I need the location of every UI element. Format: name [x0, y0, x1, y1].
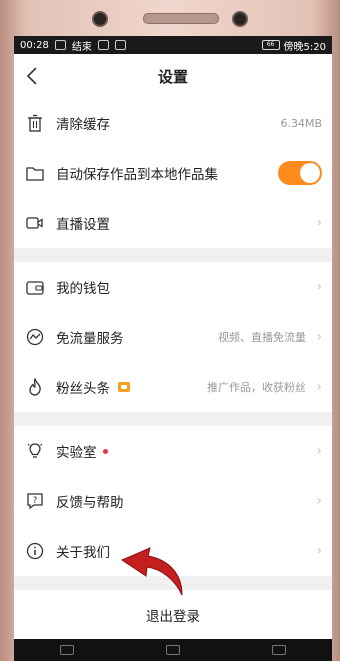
- page-title: 设置: [157, 67, 188, 86]
- flame-icon: [24, 376, 46, 398]
- auto-save-row: 自动保存作品到本地作品集: [14, 148, 332, 198]
- home-nav-icon[interactable]: [166, 645, 180, 655]
- status-right-time: 傍晚5:20: [283, 41, 326, 53]
- nav-bar: 设置: [14, 54, 332, 98]
- red-arrow-annotation: [120, 547, 183, 596]
- free-data-label: 免流量服务: [56, 331, 124, 347]
- red-dot-badge: [102, 448, 108, 454]
- ticket-icon: [118, 382, 130, 392]
- feedback-row[interactable]: ? 反馈与帮助 ›: [14, 476, 332, 526]
- settings-group-services: 我的钱包 › 免流量服务 视频、直播免流量 › 粉丝头条 推广作品，收获粉丝 ›: [14, 262, 332, 412]
- auto-save-label: 自动保存作品到本地作品集: [56, 167, 218, 183]
- svg-text:?: ?: [33, 496, 38, 506]
- chevron-left-icon[interactable]: [22, 66, 42, 86]
- wallet-row[interactable]: 我的钱包 ›: [14, 262, 332, 312]
- lab-label: 实验室: [56, 445, 97, 461]
- about-label: 关于我们: [56, 545, 110, 561]
- back-nav-icon[interactable]: [60, 645, 74, 655]
- lab-row[interactable]: 实验室 ›: [14, 426, 332, 476]
- phone-icon: [54, 40, 66, 50]
- system-nav-bar: [14, 639, 332, 661]
- folder-icon: [24, 162, 46, 184]
- phone-frame: 00:28 结束 66 傍晚5:20 设置 清除缓存 6.34MB 自动保存作品…: [0, 0, 340, 661]
- wallet-icon: [24, 276, 46, 298]
- chevron-right-icon: ›: [316, 215, 322, 231]
- question-icon: ?: [24, 490, 46, 512]
- toggle-knob: [300, 163, 320, 183]
- status-time: 00:28: [20, 39, 49, 51]
- free-data-row[interactable]: 免流量服务 视频、直播免流量 ›: [14, 312, 332, 362]
- video-camera-icon: [24, 212, 46, 234]
- cache-size: 6.34MB: [280, 116, 322, 130]
- traffic-icon: [24, 326, 46, 348]
- auto-save-toggle[interactable]: [278, 161, 322, 185]
- chevron-right-icon: ›: [316, 329, 322, 345]
- battery-icon: 66: [261, 40, 280, 50]
- chevron-right-icon: ›: [316, 279, 322, 295]
- fans-headline-row[interactable]: 粉丝头条 推广作品，收获粉丝 ›: [14, 362, 332, 412]
- wallet-label: 我的钱包: [56, 281, 110, 297]
- chevron-right-icon: ›: [316, 379, 322, 395]
- fans-headline-desc: 推广作品，收获粉丝: [207, 381, 306, 394]
- front-camera: [92, 11, 108, 27]
- clear-cache-row[interactable]: 清除缓存 6.34MB: [14, 98, 332, 148]
- fans-headline-label: 粉丝头条: [56, 381, 110, 397]
- chevron-right-icon: ›: [316, 443, 322, 459]
- clear-cache-label: 清除缓存: [56, 117, 110, 133]
- live-settings-row[interactable]: 直播设置 ›: [14, 198, 332, 248]
- info-icon: [24, 540, 46, 562]
- chevron-right-icon: ›: [316, 493, 322, 509]
- sensor: [232, 11, 248, 27]
- recent-nav-icon[interactable]: [272, 645, 286, 655]
- earpiece: [143, 13, 219, 24]
- live-settings-label: 直播设置: [56, 217, 110, 233]
- free-data-desc: 视频、直播免流量: [218, 331, 306, 344]
- feedback-label: 反馈与帮助: [56, 495, 124, 511]
- call-end-label: 结束: [71, 41, 92, 53]
- settings-group-general: 清除缓存 6.34MB 自动保存作品到本地作品集 直播设置 ›: [14, 98, 332, 248]
- trash-icon: [24, 112, 46, 134]
- signal-icon: [114, 40, 126, 50]
- chevron-right-icon: ›: [316, 543, 322, 559]
- lightbulb-icon: [24, 440, 46, 462]
- status-bar: 00:28 结束 66 傍晚5:20: [14, 36, 332, 54]
- wifi-icon: [97, 40, 109, 50]
